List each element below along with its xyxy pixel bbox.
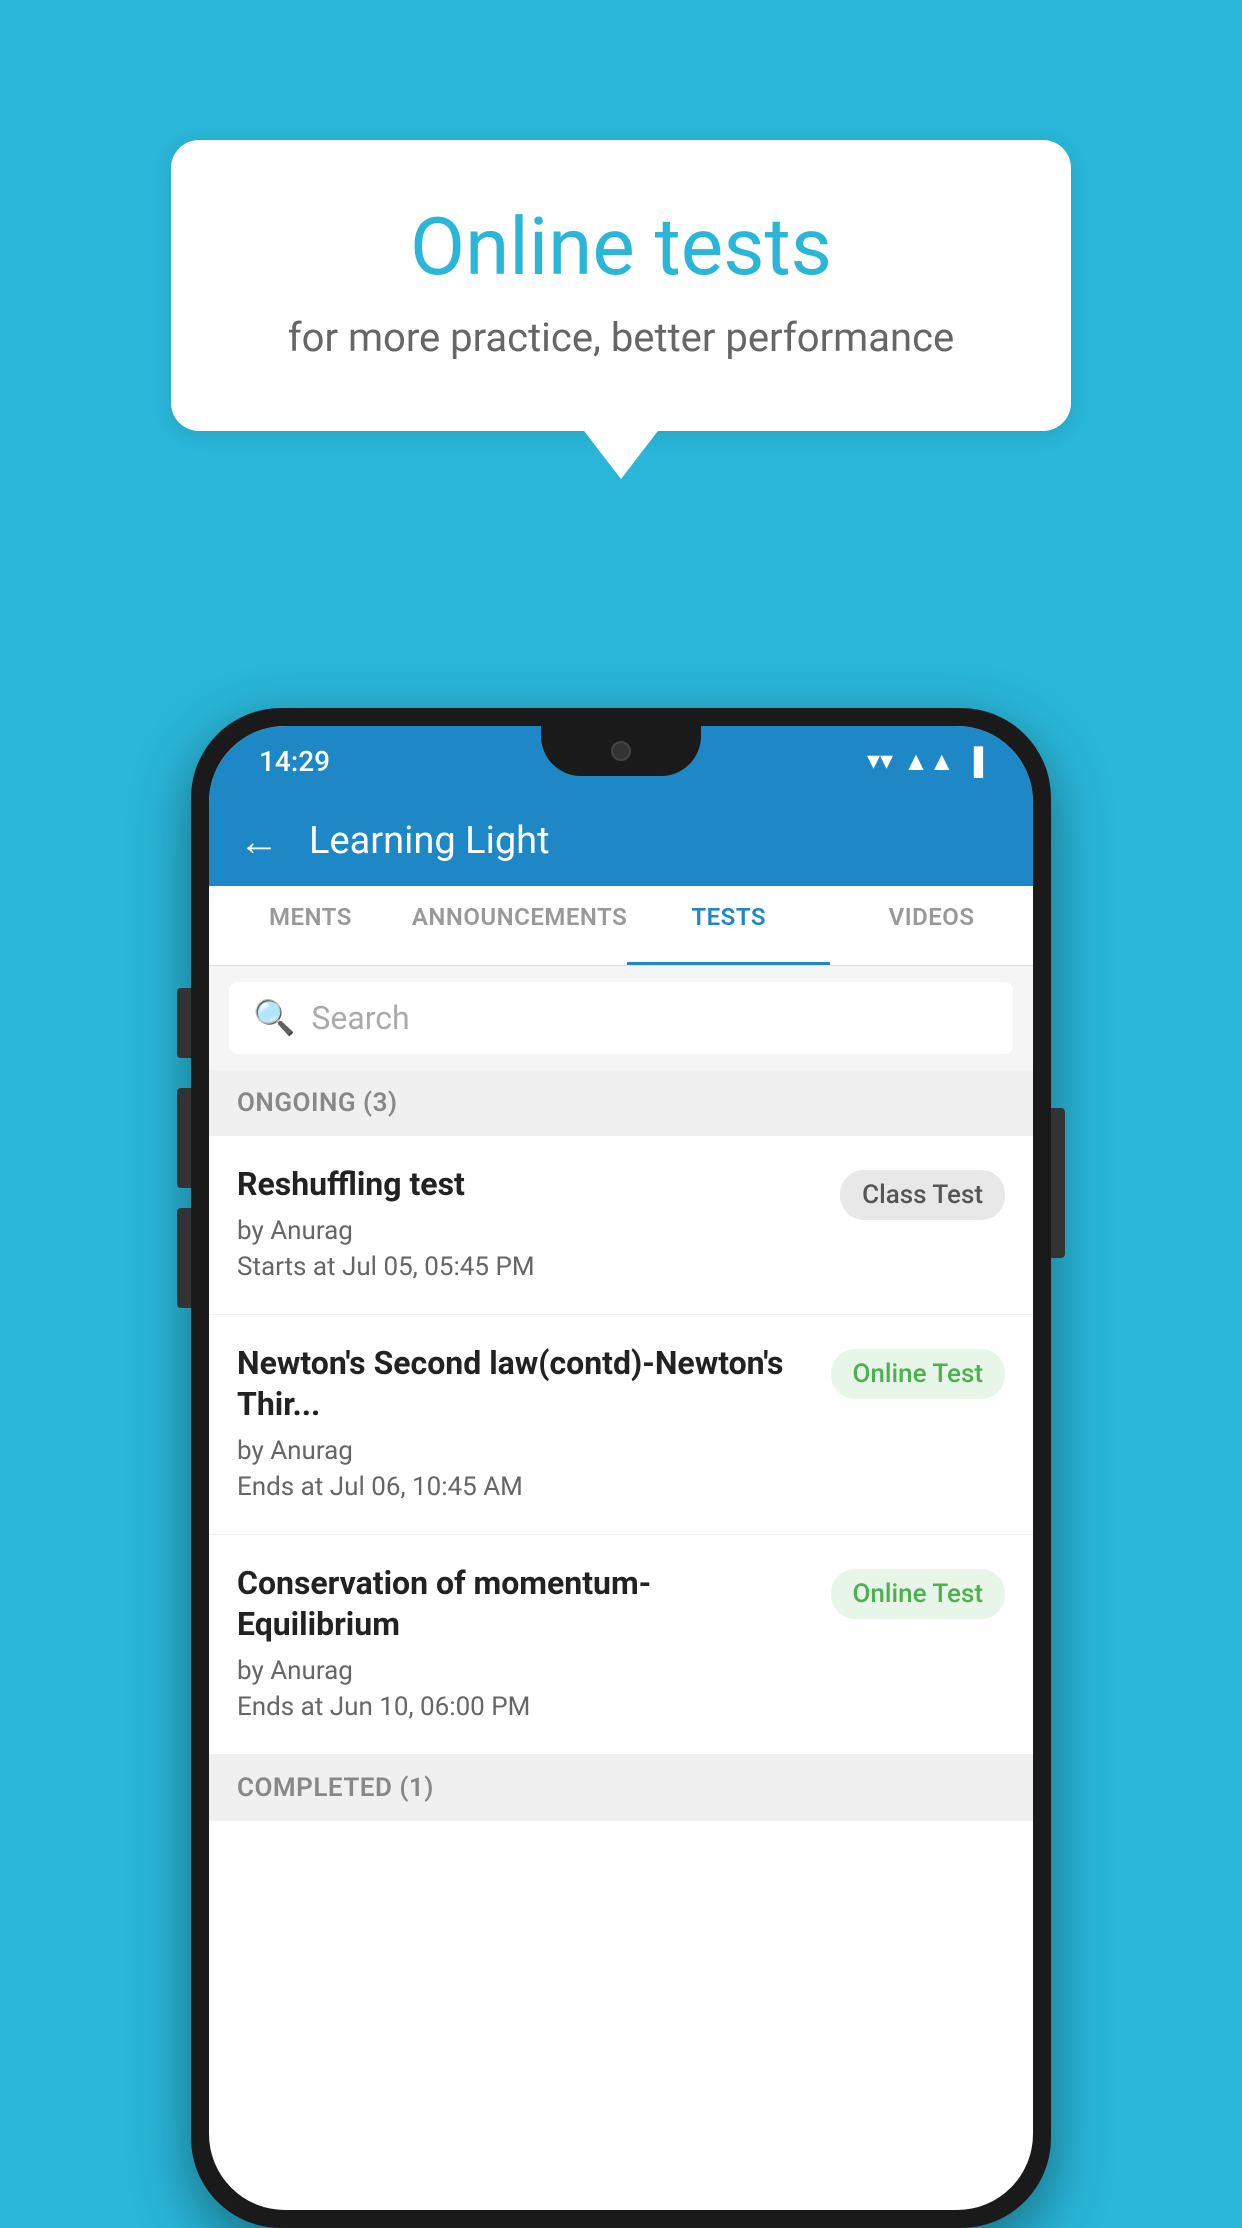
completed-label: COMPLETED (1) (237, 1773, 434, 1803)
side-button-2 (177, 1088, 191, 1188)
tabs-bar: MENTS ANNOUNCEMENTS TESTS VIDEOS (209, 886, 1033, 966)
phone-outer: 14:29 ▾▾ ▲▲ ▐ ← Learning Light MENTS ANN… (191, 708, 1051, 2228)
test-author-2: by Anurag (237, 1436, 811, 1466)
test-item-1[interactable]: Reshuffling test by Anurag Starts at Jul… (209, 1136, 1033, 1315)
search-input[interactable]: Search (311, 999, 409, 1037)
search-bar[interactable]: 🔍 Search (229, 982, 1013, 1054)
test-info-2: Newton's Second law(contd)-Newton's Thir… (237, 1343, 811, 1502)
test-badge-3: Online Test (831, 1569, 1006, 1619)
tab-tests[interactable]: TESTS (627, 886, 830, 965)
test-date-3: Ends at Jun 10, 06:00 PM (237, 1692, 811, 1722)
camera-dot (611, 741, 631, 761)
back-button[interactable]: ← (239, 818, 279, 865)
speech-bubble-container: Online tests for more practice, better p… (171, 140, 1071, 431)
app-header-title: Learning Light (309, 819, 550, 863)
side-button-3 (177, 1208, 191, 1308)
search-icon: 🔍 (253, 998, 295, 1038)
phone-wrapper: 14:29 ▾▾ ▲▲ ▐ ← Learning Light MENTS ANN… (191, 708, 1051, 2228)
test-name-1: Reshuffling test (237, 1164, 820, 1206)
test-badge-2: Online Test (831, 1349, 1006, 1399)
tab-announcements[interactable]: ANNOUNCEMENTS (412, 886, 627, 965)
side-button-right (1051, 1108, 1065, 1258)
search-bar-container: 🔍 Search (209, 966, 1033, 1070)
bubble-subtitle: for more practice, better performance (251, 314, 991, 361)
test-name-3: Conservation of momentum-Equilibrium (237, 1563, 811, 1646)
status-icons: ▾▾ ▲▲ ▐ (867, 746, 983, 777)
test-badge-1: Class Test (840, 1170, 1005, 1220)
status-time: 14:29 (259, 745, 330, 778)
app-header: ← Learning Light (209, 796, 1033, 886)
battery-icon: ▐ (965, 746, 983, 777)
test-item-2[interactable]: Newton's Second law(contd)-Newton's Thir… (209, 1315, 1033, 1535)
test-date-2: Ends at Jul 06, 10:45 AM (237, 1472, 811, 1502)
speech-bubble: Online tests for more practice, better p… (171, 140, 1071, 431)
phone-screen: 14:29 ▾▾ ▲▲ ▐ ← Learning Light MENTS ANN… (209, 726, 1033, 2210)
signal-icon: ▲▲ (903, 746, 954, 777)
tab-videos[interactable]: VIDEOS (830, 886, 1033, 965)
test-date-1: Starts at Jul 05, 05:45 PM (237, 1252, 820, 1282)
completed-section-header: COMPLETED (1) (209, 1755, 1033, 1821)
test-author-1: by Anurag (237, 1216, 820, 1246)
test-author-3: by Anurag (237, 1656, 811, 1686)
side-button-1 (177, 988, 191, 1058)
tab-ments[interactable]: MENTS (209, 886, 412, 965)
wifi-icon: ▾▾ (867, 746, 893, 776)
phone-notch (541, 726, 701, 776)
ongoing-section-header: ONGOING (3) (209, 1070, 1033, 1136)
ongoing-label: ONGOING (3) (237, 1088, 398, 1118)
bubble-title: Online tests (251, 200, 991, 294)
test-name-2: Newton's Second law(contd)-Newton's Thir… (237, 1343, 811, 1426)
test-info-3: Conservation of momentum-Equilibrium by … (237, 1563, 811, 1722)
test-info-1: Reshuffling test by Anurag Starts at Jul… (237, 1164, 820, 1282)
test-item-3[interactable]: Conservation of momentum-Equilibrium by … (209, 1535, 1033, 1755)
